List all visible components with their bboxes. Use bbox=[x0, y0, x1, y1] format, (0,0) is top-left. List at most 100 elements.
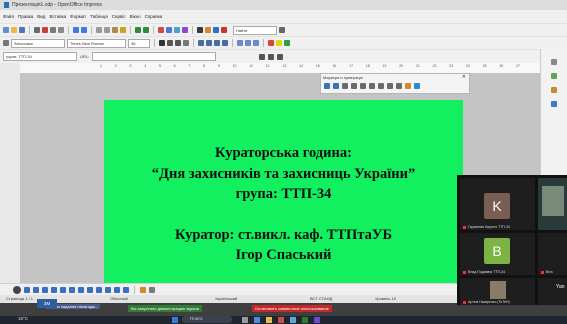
rectangle-icon[interactable] bbox=[33, 286, 39, 293]
menu-format[interactable]: Формат bbox=[70, 14, 86, 19]
ellipse-icon[interactable] bbox=[42, 286, 48, 293]
arrow-style-icon[interactable] bbox=[268, 53, 275, 60]
numbering-icon[interactable] bbox=[245, 40, 251, 46]
shadow-icon[interactable] bbox=[183, 40, 189, 46]
symbol-shapes-icon[interactable] bbox=[87, 286, 93, 293]
select-icon[interactable] bbox=[13, 285, 21, 294]
font-size-select[interactable]: 36 bbox=[128, 38, 150, 48]
table-icon[interactable] bbox=[166, 27, 172, 33]
flowchart-icon[interactable] bbox=[105, 286, 111, 293]
justify-icon[interactable] bbox=[222, 40, 228, 46]
gallery-panel-icon[interactable] bbox=[551, 87, 557, 93]
app-icon[interactable] bbox=[302, 317, 308, 323]
styles-icon[interactable] bbox=[3, 40, 9, 46]
chart-icon[interactable] bbox=[158, 27, 164, 33]
menu-insert[interactable]: Вставка bbox=[49, 14, 66, 19]
bold-icon[interactable] bbox=[159, 40, 165, 46]
stars-icon[interactable] bbox=[123, 286, 129, 293]
style-select[interactable]: Заголовок bbox=[11, 38, 65, 48]
curve-icon[interactable] bbox=[60, 286, 66, 293]
autospellcheck-icon[interactable] bbox=[81, 27, 87, 33]
navigator-icon[interactable] bbox=[213, 27, 219, 33]
print-icon[interactable] bbox=[50, 27, 56, 33]
fontwork-icon[interactable] bbox=[182, 27, 188, 33]
extrusion-icon[interactable] bbox=[149, 286, 155, 293]
cut-icon[interactable] bbox=[96, 27, 102, 33]
participant-tile[interactable]: B Влад Подавіна ТТП-34 bbox=[460, 233, 535, 275]
app-icon[interactable] bbox=[290, 317, 296, 323]
chrome-icon[interactable] bbox=[278, 317, 284, 323]
url-field[interactable] bbox=[92, 52, 217, 61]
slide-subtitle-line[interactable]: “Дня захисників та захисниць України” bbox=[104, 166, 463, 183]
find-field[interactable]: Найти bbox=[233, 25, 277, 35]
font-name-select[interactable]: Times New Roman bbox=[67, 38, 126, 48]
spellcheck-icon[interactable] bbox=[73, 27, 79, 33]
menu-view[interactable]: Вид bbox=[37, 14, 45, 19]
align-center-icon[interactable] bbox=[206, 40, 212, 46]
start-icon[interactable] bbox=[172, 317, 178, 323]
stop-sharing-button[interactable]: Остановить совместное использование bbox=[252, 305, 332, 312]
first-level-icon[interactable] bbox=[387, 83, 393, 89]
zoom-indicator[interactable]: Уровень 10 bbox=[375, 296, 396, 301]
styles-panel-icon[interactable] bbox=[551, 73, 557, 79]
undo-icon[interactable] bbox=[135, 27, 141, 33]
slide-canvas[interactable]: Кураторська година: “Дня захисників та з… bbox=[104, 100, 463, 286]
slide-group-line[interactable]: група: ТТП-34 bbox=[104, 186, 463, 203]
menu-tools[interactable]: Сервіс bbox=[112, 14, 126, 19]
bullets-icon[interactable] bbox=[237, 40, 243, 46]
menu-window[interactable]: Вікно bbox=[130, 14, 141, 19]
move-down-icon[interactable] bbox=[378, 83, 384, 89]
name-box[interactable]: група: ТТП-34 bbox=[3, 52, 77, 61]
gallery-icon[interactable] bbox=[140, 286, 146, 293]
align-left-icon[interactable] bbox=[198, 40, 204, 46]
slide-name-line[interactable]: Ігор Спаський bbox=[104, 247, 463, 264]
weather-widget[interactable]: 16°C bbox=[18, 316, 28, 321]
promote-icon[interactable] bbox=[351, 83, 357, 89]
bullet-settings-icon[interactable] bbox=[405, 83, 411, 89]
underline-icon[interactable] bbox=[175, 40, 181, 46]
participant-tile[interactable]: K Гарасеміч Кирило ТТП-34 bbox=[460, 178, 535, 230]
find-next-icon[interactable] bbox=[279, 27, 285, 33]
menu-file[interactable]: Файл bbox=[3, 14, 14, 19]
properties-icon[interactable] bbox=[551, 59, 557, 65]
copy-icon[interactable] bbox=[104, 27, 110, 33]
participant-tile[interactable]: Артем Назаренко (TeTeH) bbox=[460, 278, 535, 305]
font-color-icon[interactable] bbox=[268, 40, 274, 46]
move-up-icon[interactable] bbox=[369, 83, 375, 89]
app-icon[interactable] bbox=[314, 317, 320, 323]
participant-tile[interactable]: Yan bbox=[538, 278, 567, 305]
connector-icon[interactable] bbox=[69, 286, 75, 293]
slide-title-line[interactable]: Кураторська година: bbox=[104, 145, 463, 162]
menu-help[interactable]: Справка bbox=[145, 14, 163, 19]
highlight-icon[interactable] bbox=[276, 40, 282, 46]
print-preview-icon[interactable] bbox=[58, 27, 64, 33]
close-icon[interactable]: ✕ bbox=[462, 74, 466, 80]
gallery-icon[interactable] bbox=[205, 27, 211, 33]
open-icon[interactable] bbox=[11, 27, 17, 33]
line-style-icon[interactable] bbox=[259, 53, 266, 60]
export-pdf-icon[interactable] bbox=[42, 27, 48, 33]
navigator-panel-icon[interactable] bbox=[551, 101, 557, 107]
taskbar-search[interactable]: Поиск bbox=[182, 316, 232, 323]
draw-functions-icon[interactable] bbox=[197, 27, 203, 33]
basic-shapes-icon[interactable] bbox=[78, 286, 84, 293]
language-indicator[interactable]: Український bbox=[215, 296, 237, 301]
image-icon[interactable] bbox=[174, 27, 180, 33]
menu-edit[interactable]: Правка bbox=[18, 14, 33, 19]
edit-file-icon[interactable] bbox=[34, 27, 40, 33]
save-icon[interactable] bbox=[19, 27, 25, 33]
new-icon[interactable] bbox=[3, 27, 9, 33]
numbering-icon[interactable] bbox=[333, 83, 339, 89]
area-style-icon[interactable] bbox=[277, 53, 284, 60]
participant-video-tile[interactable] bbox=[538, 178, 567, 230]
menu-table[interactable]: Таблиця bbox=[90, 14, 108, 19]
align-right-icon[interactable] bbox=[214, 40, 220, 46]
restart-numbering-icon[interactable] bbox=[414, 83, 420, 89]
slide-curator-line[interactable]: Куратор: ст.викл. каф. ТТПтаУБ bbox=[104, 227, 463, 244]
format-paintbrush-icon[interactable] bbox=[120, 27, 126, 33]
callouts-icon[interactable] bbox=[114, 286, 120, 293]
redo-icon[interactable] bbox=[143, 27, 149, 33]
demote-icon[interactable] bbox=[360, 83, 366, 89]
text-icon[interactable] bbox=[51, 286, 57, 293]
explorer-icon[interactable] bbox=[266, 317, 272, 323]
